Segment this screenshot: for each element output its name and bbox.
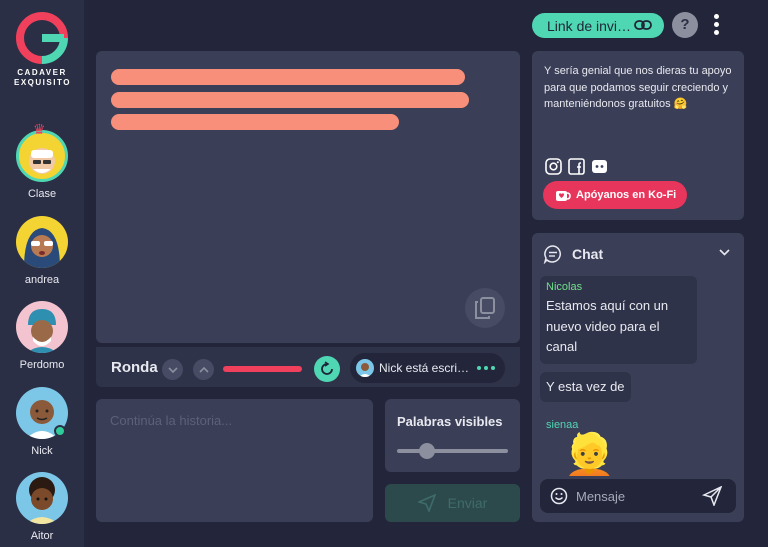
link-icon: [634, 20, 652, 30]
story-input[interactable]: [96, 399, 373, 522]
logo: CADAVER EXQUISITO: [14, 12, 70, 88]
kofi-button-label: Apóyanos en Ko-Fi: [576, 189, 677, 201]
typing-avatar: [356, 359, 374, 377]
player-name: Perdomo: [19, 359, 65, 371]
kofi-cup-icon: [556, 190, 571, 201]
online-status-icon: [54, 425, 66, 437]
message-text: Y esta vez de: [546, 378, 625, 394]
chat-title: Chat: [572, 246, 604, 262]
player-perdomo[interactable]: Perdomo: [0, 301, 84, 371]
round-up-button[interactable]: [193, 359, 214, 380]
chat-message: Nicolas Estamos aquí con un nuevo video …: [540, 276, 697, 364]
typing-indicator: Nick está escribiendo: [350, 353, 505, 383]
copy-button[interactable]: [465, 288, 505, 328]
slider-thumb[interactable]: [419, 443, 436, 459]
help-button[interactable]: ?: [672, 12, 698, 38]
invite-link-button[interactable]: Link de invi…: [532, 13, 664, 38]
player-name: Clase: [27, 188, 57, 200]
chat-message: Y esta vez de: [540, 371, 631, 402]
refresh-icon: [321, 361, 333, 375]
chat-input-row: [540, 479, 736, 513]
app: CADAVER EXQUISITO ♛ Clase andrea Perdomo: [0, 0, 768, 547]
avatar: [16, 216, 68, 268]
discord-icon[interactable]: [590, 157, 608, 175]
player-clase[interactable]: ♛ Clase: [0, 121, 84, 200]
kofi-button[interactable]: Apóyanos en Ko-Fi: [543, 181, 687, 209]
redacted-line: [111, 69, 465, 85]
send-button[interactable]: Enviar: [385, 484, 520, 522]
refresh-button[interactable]: [314, 356, 340, 382]
send-label: Enviar: [447, 495, 488, 511]
instagram-icon[interactable]: [544, 157, 562, 175]
redacted-line: [111, 92, 469, 108]
typing-dots-icon: [477, 366, 495, 370]
more-options-icon[interactable]: [711, 14, 721, 36]
player-andrea[interactable]: andrea: [0, 216, 84, 286]
host-crown-icon: ♛: [33, 121, 46, 137]
story-card: [96, 51, 520, 343]
round-bar: Ronda Nick está escribiendo: [96, 347, 520, 387]
message-emoji: 👱: [562, 432, 617, 477]
avatar: [16, 301, 68, 353]
player-name: andrea: [24, 274, 60, 286]
logo-text-line2: EXQUISITO: [14, 78, 71, 87]
support-card: Y sería genial que nos dieras tu apoyo p…: [532, 51, 744, 220]
logo-icon: [16, 12, 68, 64]
player-name: Nick: [31, 445, 53, 457]
emoji-icon[interactable]: [550, 487, 568, 505]
invite-link-label: Link de invi…: [547, 17, 632, 34]
facebook-icon[interactable]: [567, 157, 585, 175]
round-timer-bar: [223, 366, 302, 372]
chat-header[interactable]: Chat: [532, 233, 744, 275]
player-aitor[interactable]: Aitor: [0, 472, 84, 542]
typing-status: Nick está escribiendo: [379, 361, 471, 375]
redacted-line: [111, 114, 399, 130]
message-text: Estamos aquí con un nuevo video para el …: [546, 298, 669, 354]
chevron-up-icon: [198, 366, 209, 373]
player-nick[interactable]: Nick: [0, 387, 84, 457]
logo-text-line1: CADAVER: [17, 68, 67, 77]
social-links: [544, 157, 608, 175]
visible-words-slider[interactable]: [397, 443, 508, 459]
chevron-down-icon[interactable]: [719, 249, 730, 256]
avatar: [16, 472, 68, 524]
player-name: Aitor: [30, 530, 54, 542]
chat-panel: Chat Nicolas Estamos aquí con un nuevo v…: [532, 233, 744, 522]
support-text: Y sería genial que nos dieras tu apoyo p…: [544, 65, 732, 110]
chat-input[interactable]: [576, 488, 694, 504]
copy-icon: [475, 297, 495, 319]
players-sidebar: CADAVER EXQUISITO ♛ Clase andrea Perdomo: [0, 0, 84, 547]
chat-bubble-icon: [543, 245, 561, 264]
send-message-icon[interactable]: [702, 486, 722, 506]
visible-words-title: Palabras visibles: [397, 414, 503, 429]
send-icon: [417, 494, 436, 512]
chevron-down-icon: [167, 366, 178, 373]
message-author: Nicolas: [546, 281, 583, 293]
chat-messages: Nicolas Estamos aquí con un nuevo video …: [540, 276, 736, 476]
round-down-button[interactable]: [162, 359, 183, 380]
visible-words-card: Palabras visibles: [385, 399, 520, 472]
round-label: Ronda: [111, 359, 158, 376]
message-author: sienaa: [546, 419, 579, 431]
